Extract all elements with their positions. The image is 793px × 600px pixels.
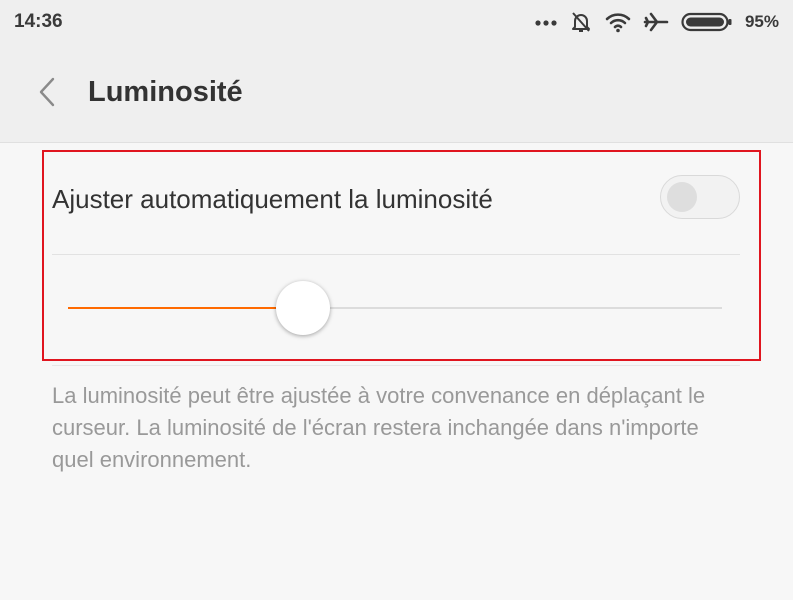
status-bar: 14:36 95%: [0, 0, 793, 44]
chevron-left-icon: [37, 76, 57, 113]
alarm-off-icon: [569, 10, 593, 34]
description-text: La luminosité peut être ajustée à votre …: [52, 383, 706, 472]
more-dots-icon: [535, 18, 557, 26]
battery-percent: 95%: [744, 12, 779, 31]
battery-icon: [681, 12, 733, 32]
slider-thumb[interactable]: [276, 281, 331, 335]
divider: [52, 254, 740, 255]
page-title: Luminosité: [88, 76, 243, 108]
auto-brightness-row[interactable]: Ajuster automatiquement la luminosité: [52, 172, 740, 228]
slider-fill: [68, 307, 304, 309]
toggle-knob: [667, 182, 697, 212]
status-icons: 95%: [535, 9, 779, 35]
airplane-icon: [643, 11, 669, 33]
auto-brightness-label: Ajuster automatiquement la luminosité: [52, 184, 493, 214]
wifi-icon: [605, 11, 631, 33]
page-header: Luminosité: [0, 44, 793, 143]
auto-brightness-toggle[interactable]: [660, 175, 740, 219]
status-time: 14:36: [14, 11, 63, 32]
back-button[interactable]: [30, 74, 64, 114]
slider-track[interactable]: [68, 281, 722, 335]
brightness-slider[interactable]: [52, 280, 740, 336]
section-divider: [52, 365, 740, 366]
